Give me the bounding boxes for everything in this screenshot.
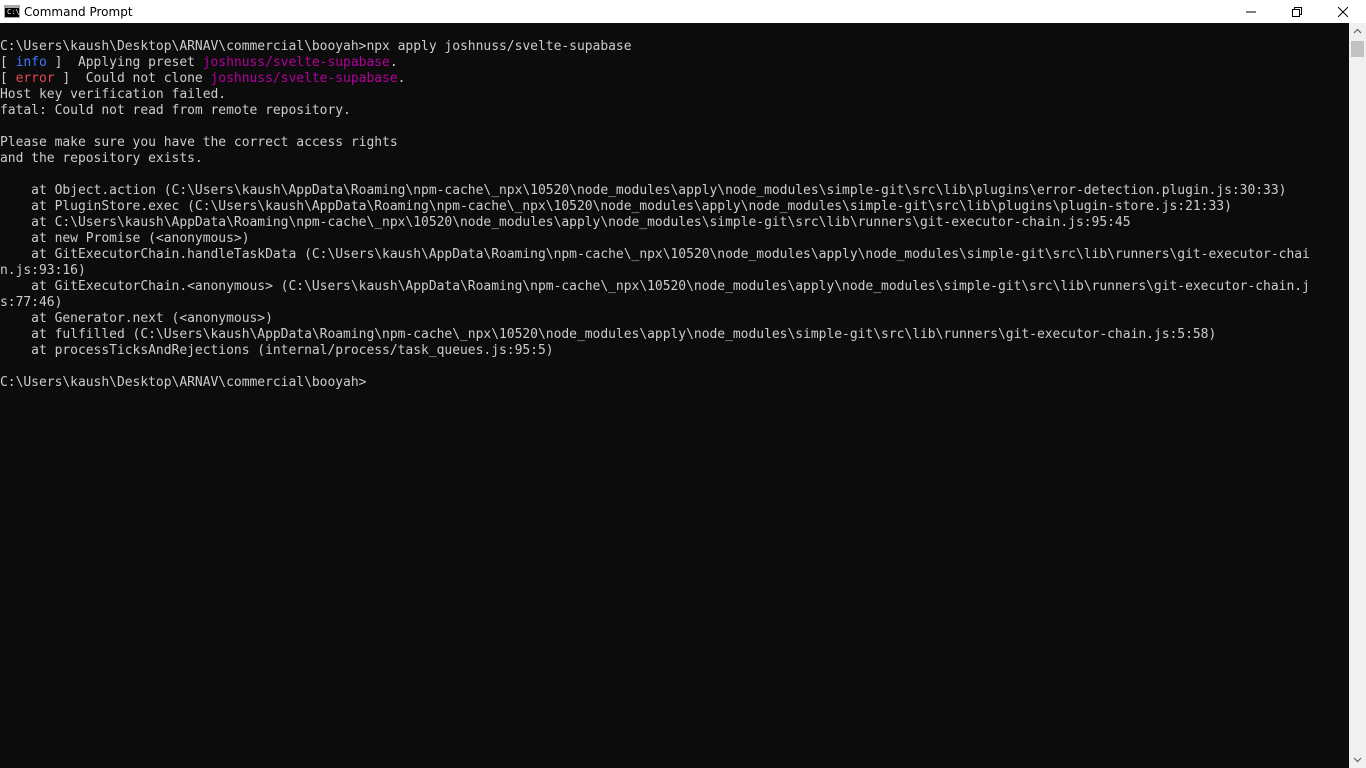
- stack-trace-line: at processTicksAndRejections (internal/p…: [0, 343, 554, 358]
- error-message: ] Could not clone: [54, 71, 211, 86]
- command-line: C:\Users\kaush\Desktop\ARNAV\commercial\…: [0, 39, 632, 54]
- title-bar[interactable]: C:\ Command Prompt: [0, 0, 1366, 23]
- stack-trace-line: at Generator.next (<anonymous>): [0, 311, 273, 326]
- info-tag: info: [15, 55, 47, 70]
- error-tag: error: [15, 71, 55, 86]
- scroll-thumb[interactable]: [1351, 41, 1364, 57]
- close-button[interactable]: [1320, 0, 1366, 23]
- scroll-down-button[interactable]: [1349, 751, 1366, 768]
- stack-trace-line: at PluginStore.exec (C:\Users\kaush\AppD…: [0, 199, 1232, 214]
- command-prompt-window: C:\ Command Prompt C:\Users\kaush\Deskto…: [0, 0, 1366, 768]
- window-title: Command Prompt: [24, 4, 133, 19]
- stack-trace-line: at fulfilled (C:\Users\kaush\AppData\Roa…: [0, 327, 1217, 342]
- error-bracket-open: [: [0, 71, 16, 86]
- restore-icon: [1292, 6, 1302, 17]
- chevron-up-icon: [1353, 28, 1362, 34]
- stack-trace-line: at new Promise (<anonymous>): [0, 231, 250, 246]
- output-line: and the repository exists.: [0, 151, 203, 166]
- info-repo-name: joshnuss/svelte-supabase: [202, 55, 390, 70]
- restore-button[interactable]: [1274, 0, 1320, 23]
- app-icon-label: C:\: [7, 8, 20, 16]
- stack-trace-line: n.js:93:16): [0, 263, 86, 278]
- minimize-button[interactable]: [1228, 0, 1274, 23]
- info-message: ] Applying preset: [46, 55, 203, 70]
- info-line: [ info ] Applying preset joshnuss/svelte…: [0, 55, 398, 71]
- output-line: fatal: Could not read from remote reposi…: [0, 103, 351, 118]
- chevron-down-icon: [1353, 757, 1362, 763]
- error-repo-name: joshnuss/svelte-supabase: [210, 71, 398, 86]
- output-line: Host key verification failed.: [0, 87, 227, 102]
- stack-trace-line: at Object.action (C:\Users\kaush\AppData…: [0, 183, 1287, 198]
- output-line: Please make sure you have the correct ac…: [0, 135, 398, 150]
- console-output[interactable]: C:\Users\kaush\Desktop\ARNAV\commercial\…: [0, 23, 1349, 768]
- info-bracket-open: [: [0, 55, 16, 70]
- info-end: .: [389, 55, 398, 70]
- vertical-scrollbar[interactable]: [1349, 23, 1366, 768]
- error-line: [ error ] Could not clone joshnuss/svelt…: [0, 71, 405, 87]
- prompt-line[interactable]: C:\Users\kaush\Desktop\ARNAV\commercial\…: [0, 375, 366, 391]
- stack-trace-line: at GitExecutorChain.handleTaskData (C:\U…: [0, 247, 1310, 262]
- minimize-icon: [1246, 11, 1256, 12]
- command-prompt-app-icon[interactable]: C:\: [4, 5, 20, 18]
- stack-trace-line: at GitExecutorChain.<anonymous> (C:\User…: [0, 279, 1310, 294]
- error-end: .: [397, 71, 406, 86]
- close-icon: [1338, 6, 1348, 17]
- stack-trace-line: s:77:46): [0, 295, 63, 310]
- scroll-up-button[interactable]: [1349, 23, 1366, 40]
- stack-trace-line: at C:\Users\kaush\AppData\Roaming\npm-ca…: [0, 215, 1131, 230]
